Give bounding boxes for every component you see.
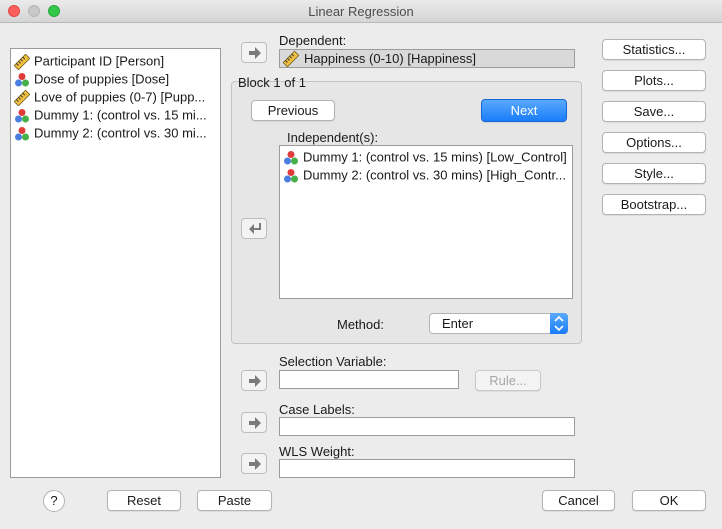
- save-button[interactable]: Save...: [602, 101, 706, 122]
- chevron-updown-icon: [550, 313, 568, 334]
- wls-weight-field[interactable]: [279, 459, 575, 478]
- list-item[interactable]: Dummy 1: (control vs. 15 mins) [Low_Cont…: [283, 148, 567, 166]
- window-title: Linear Regression: [308, 4, 414, 19]
- right-arrow-icon: [249, 375, 261, 387]
- style-button[interactable]: Style...: [602, 163, 706, 184]
- independent-label: Dummy 2: (control vs. 30 mins) [High_Con…: [303, 167, 566, 183]
- list-item[interactable]: Love of puppies (0-7) [Pupp...: [14, 88, 205, 106]
- cancel-button[interactable]: Cancel: [542, 490, 615, 511]
- list-item[interactable]: Dummy 2: (control vs. 30 mins) [High_Con…: [283, 166, 566, 184]
- move-selection-button[interactable]: [241, 370, 267, 391]
- variable-label: Dummy 1: (control vs. 15 mi...: [34, 107, 207, 123]
- left-arrow-icon: [249, 223, 261, 234]
- wls-weight-label: WLS Weight:: [279, 444, 355, 459]
- reset-button[interactable]: Reset: [107, 490, 181, 511]
- move-wls-weight-button[interactable]: [241, 453, 267, 474]
- selection-variable-label: Selection Variable:: [279, 354, 387, 369]
- case-labels-field[interactable]: [279, 417, 575, 436]
- ok-button[interactable]: OK: [632, 490, 706, 511]
- options-button[interactable]: Options...: [602, 132, 706, 153]
- dependent-label: Dependent:: [279, 33, 347, 48]
- nominal-icon: [284, 150, 298, 165]
- move-independent-button[interactable]: [241, 218, 267, 239]
- selection-variable-field[interactable]: [279, 370, 459, 389]
- paste-button[interactable]: Paste: [197, 490, 272, 511]
- variable-list[interactable]: Participant ID [Person] Dose of puppies …: [10, 48, 221, 478]
- plots-button[interactable]: Plots...: [602, 70, 706, 91]
- independents-list[interactable]: Dummy 1: (control vs. 15 mins) [Low_Cont…: [279, 145, 573, 299]
- nominal-icon: [15, 108, 29, 123]
- method-value: Enter: [442, 316, 474, 331]
- bootstrap-button[interactable]: Bootstrap...: [602, 194, 706, 215]
- linear-regression-dialog: Linear Regression Participant ID [Person…: [0, 0, 722, 529]
- independent-label: Dummy 1: (control vs. 15 mins) [Low_Cont…: [303, 149, 567, 165]
- dependent-field[interactable]: Happiness (0-10) [Happiness]: [279, 49, 575, 68]
- list-item[interactable]: Participant ID [Person]: [14, 52, 164, 70]
- independents-label: Independent(s):: [287, 130, 379, 145]
- block-title: Block 1 of 1: [238, 75, 306, 90]
- method-select[interactable]: Enter: [429, 313, 568, 334]
- previous-button[interactable]: Previous: [251, 100, 335, 121]
- ruler-scale-icon: [14, 89, 30, 106]
- right-arrow-icon: [249, 417, 261, 429]
- help-button[interactable]: ?: [43, 490, 65, 512]
- right-arrow-icon: [249, 458, 261, 470]
- ruler-scale-icon: [14, 53, 30, 70]
- variable-label: Dose of puppies [Dose]: [34, 71, 170, 87]
- list-item[interactable]: Dummy 2: (control vs. 30 mi...: [14, 124, 207, 142]
- method-label: Method:: [337, 317, 384, 332]
- variable-label: Love of puppies (0-7) [Pupp...: [34, 89, 206, 105]
- nominal-icon: [15, 126, 29, 141]
- case-labels-label: Case Labels:: [279, 402, 355, 417]
- ruler-scale-icon: [283, 51, 299, 67]
- list-item[interactable]: Dose of puppies [Dose]: [14, 70, 169, 88]
- move-dependent-button[interactable]: [241, 42, 267, 63]
- dependent-value: Happiness (0-10) [Happiness]: [304, 51, 476, 66]
- next-button[interactable]: Next: [481, 99, 567, 122]
- title-bar: Linear Regression: [0, 0, 722, 23]
- nominal-icon: [284, 168, 298, 183]
- variable-label: Participant ID [Person]: [34, 53, 165, 69]
- variable-label: Dummy 2: (control vs. 30 mi...: [34, 125, 207, 141]
- nominal-icon: [15, 72, 29, 87]
- move-case-labels-button[interactable]: [241, 412, 267, 433]
- list-item[interactable]: Dummy 1: (control vs. 15 mi...: [14, 106, 207, 124]
- rule-button[interactable]: Rule...: [475, 370, 541, 391]
- statistics-button[interactable]: Statistics...: [602, 39, 706, 60]
- right-arrow-icon: [249, 47, 261, 59]
